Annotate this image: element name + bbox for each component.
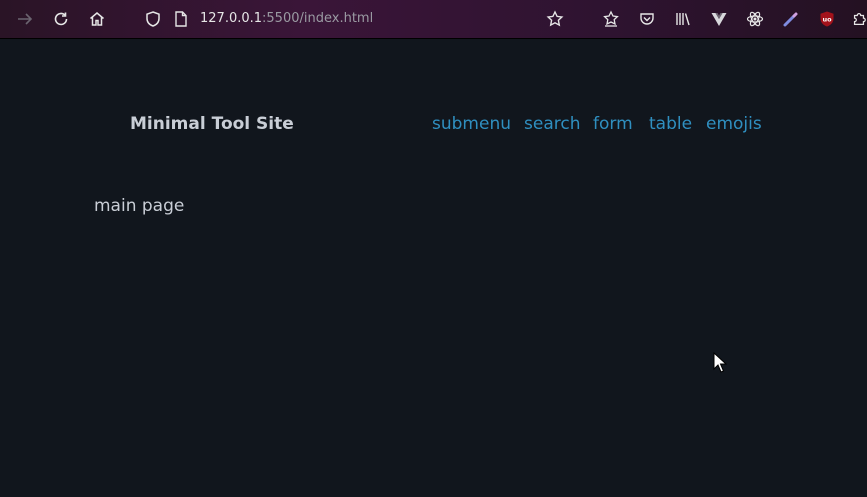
main-text: main page bbox=[94, 196, 185, 216]
vue-devtools-icon[interactable] bbox=[709, 9, 729, 29]
mouse-cursor-icon bbox=[713, 351, 728, 378]
reload-icon[interactable] bbox=[51, 9, 71, 29]
forward-icon[interactable] bbox=[15, 9, 35, 29]
page-icon[interactable] bbox=[171, 9, 191, 29]
color-picker-icon[interactable] bbox=[781, 9, 801, 29]
extension-1-icon[interactable] bbox=[601, 9, 621, 29]
ublock-icon[interactable]: uo bbox=[817, 9, 837, 29]
ublock-badge: uo bbox=[822, 16, 832, 24]
library-icon[interactable] bbox=[673, 9, 693, 29]
bookmark-star-icon[interactable] bbox=[545, 9, 565, 29]
nav-link-emojis[interactable]: emojis bbox=[706, 114, 762, 134]
extensions-icon[interactable] bbox=[851, 9, 867, 29]
react-devtools-icon[interactable] bbox=[745, 9, 765, 29]
shield-icon[interactable] bbox=[143, 9, 163, 29]
nav-link-form[interactable]: form bbox=[593, 114, 633, 134]
url-bar[interactable]: 127.0.0.1:5500/index.html bbox=[200, 10, 373, 28]
nav-link-table[interactable]: table bbox=[649, 114, 692, 134]
url-host: 127.0.0.1 bbox=[200, 11, 263, 26]
home-icon[interactable] bbox=[87, 9, 107, 29]
pocket-icon[interactable] bbox=[637, 9, 657, 29]
nav-link-search[interactable]: search bbox=[524, 114, 580, 134]
site-title: Minimal Tool Site bbox=[130, 114, 294, 134]
browser-toolbar: 127.0.0.1:5500/index.html uo bbox=[0, 0, 867, 39]
url-path: :5500/index.html bbox=[262, 11, 374, 26]
nav-link-submenu[interactable]: submenu bbox=[432, 114, 511, 134]
